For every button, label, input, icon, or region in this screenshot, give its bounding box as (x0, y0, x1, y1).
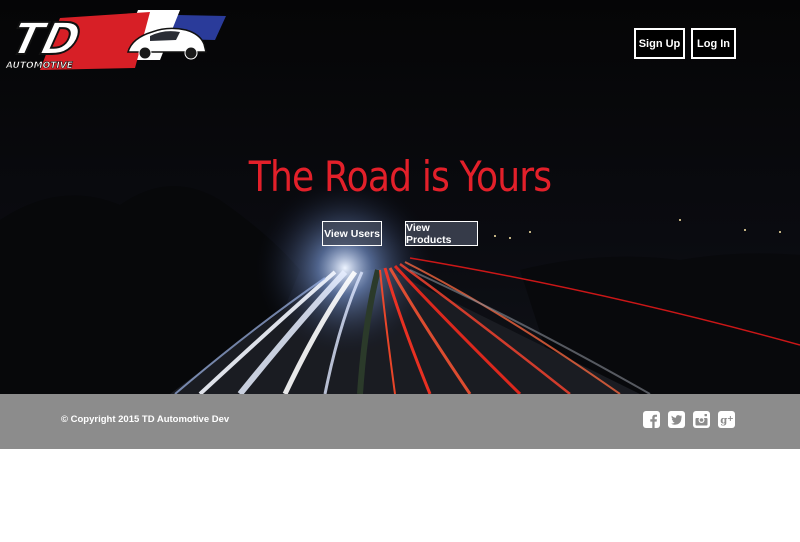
facebook-icon[interactable] (643, 411, 660, 428)
google-plus-icon[interactable]: g + (718, 411, 735, 428)
twitter-icon[interactable] (668, 411, 685, 428)
copyright-text: © Copyright 2015 TD Automotive Dev (61, 414, 230, 425)
footer: © Copyright 2015 TD Automotive Dev g + (0, 394, 800, 449)
td-automotive-logo[interactable]: TD AUTOMOTIVE (0, 10, 226, 72)
logo-subtext: AUTOMOTIVE (5, 61, 74, 71)
instagram-icon[interactable] (693, 411, 710, 428)
view-users-button[interactable]: View Users (322, 221, 382, 246)
hero-headline: The Road is Yours (248, 152, 552, 201)
hero-section: TD AUTOMOTIVE Sign Up Log In The Road is… (0, 0, 800, 394)
log-in-button[interactable]: Log In (691, 28, 736, 59)
svg-text:+: + (727, 414, 734, 423)
logo-letters: TD (6, 14, 85, 65)
sign-up-button[interactable]: Sign Up (634, 28, 685, 59)
view-products-button[interactable]: View Products (405, 221, 478, 246)
